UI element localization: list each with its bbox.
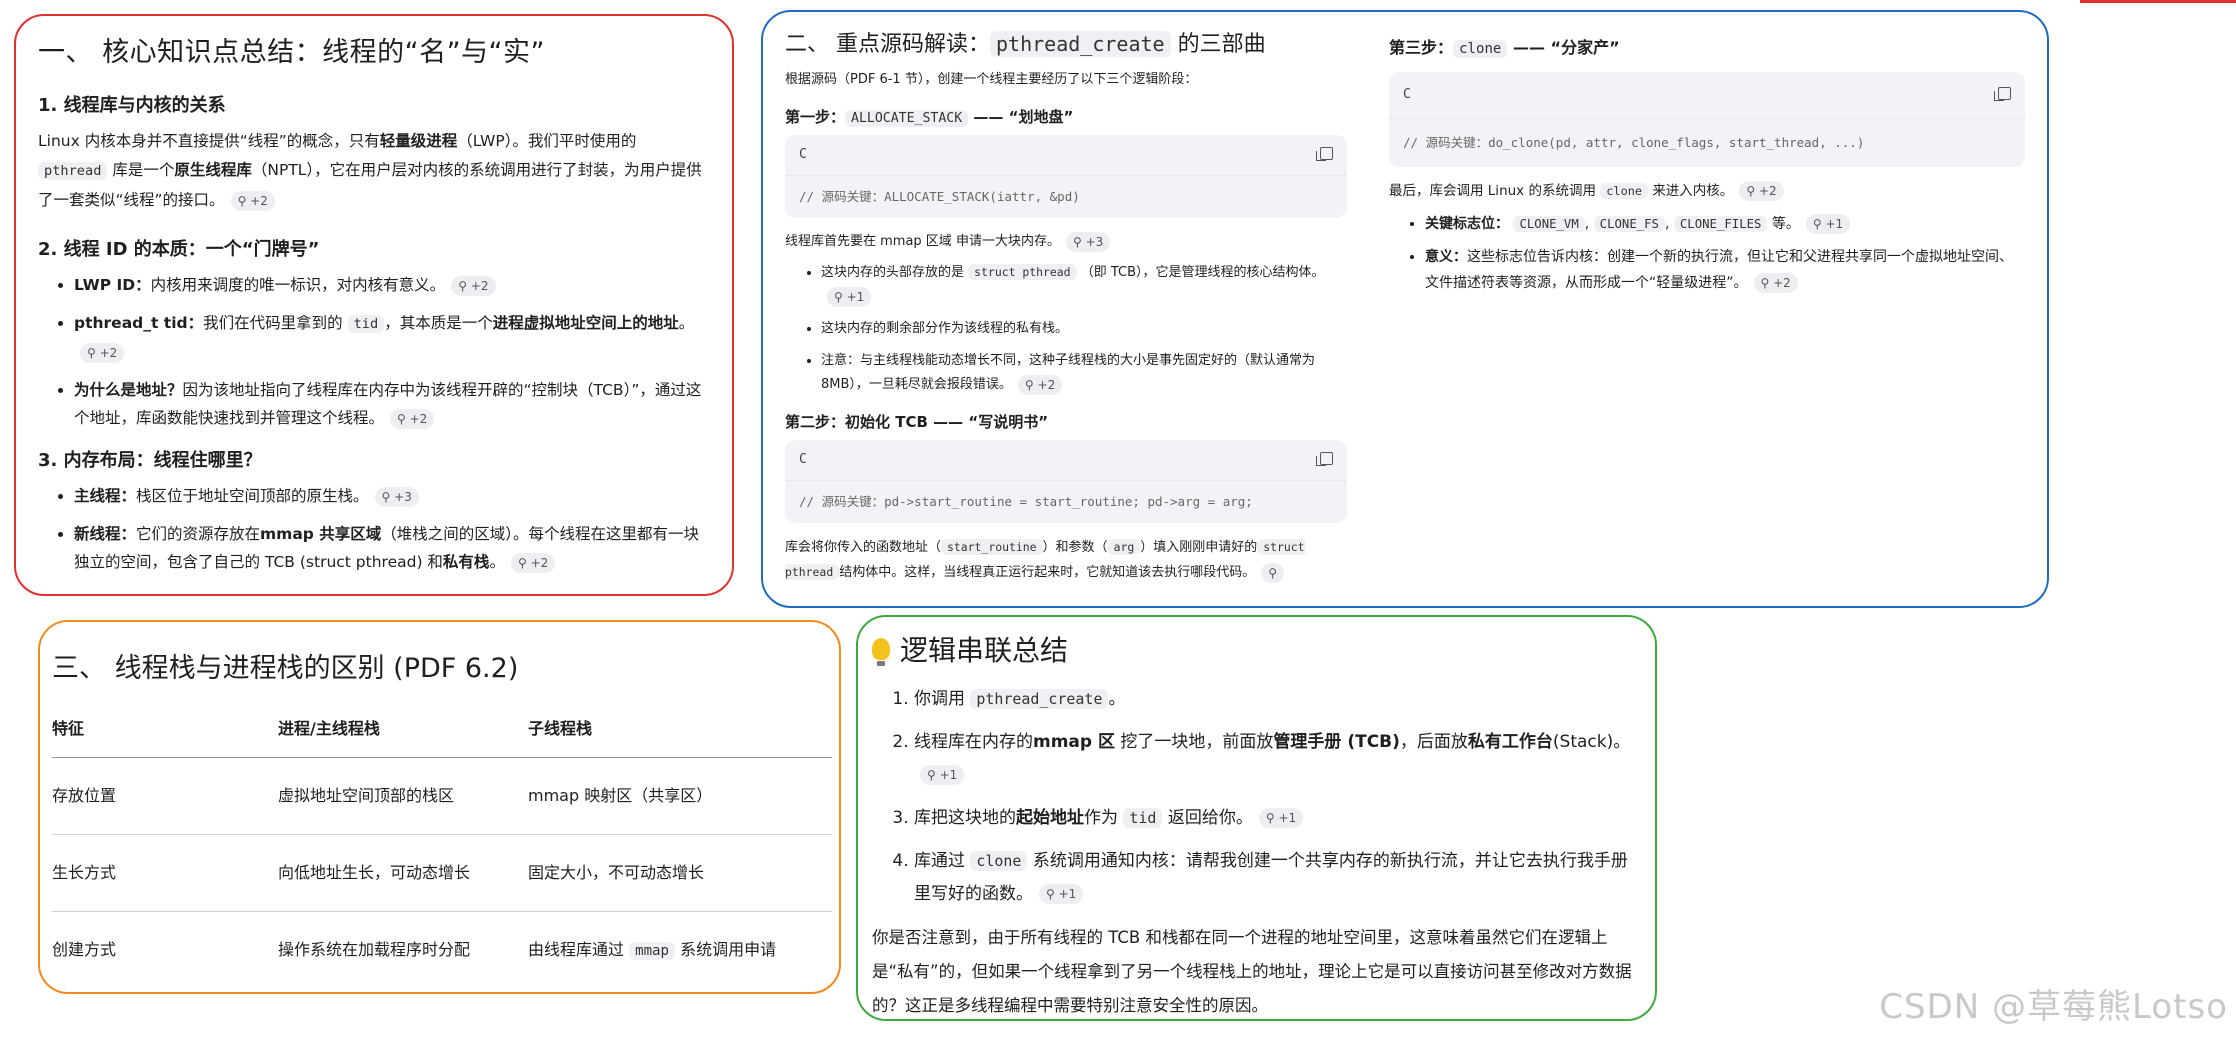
- code-line: // 源码关键：ALLOCATE_STACK(iattr, &pd): [785, 175, 1347, 218]
- paragraph: 库会将你传入的函数地址（ start_routine ）和参数（ arg ）填入刚刚申请…: [785, 535, 1347, 585]
- citation-chip[interactable]: ⚲ +2: [510, 552, 556, 573]
- subsection-title: 1. 线程库与内核的关系: [38, 95, 226, 116]
- intro-text: 根据源码（PDF 6-1 节），创建一个线程主要经历了以下三个逻辑阶段：: [785, 72, 1198, 87]
- citation-chip[interactable]: ⚲ +2: [1017, 374, 1063, 395]
- bullet-list: 这块内存的头部存放的是 struct pthread （即 TCB），它是管理线…: [785, 260, 1347, 397]
- left-column: 二、 重点源码解读： pthread_create 的三部曲 根据源码（PDF 6…: [785, 18, 1347, 585]
- citation-chip[interactable]: ⚲ +2: [1739, 181, 1784, 201]
- code-block: C // 源码关键：pd->start_routine = start_rout…: [785, 440, 1347, 523]
- section-core-summary: 一、 核心知识点总结：线程的“名”与“实” 1. 线程库与内核的关系 Linux…: [14, 14, 734, 596]
- column-header: 进程/主线程栈: [278, 715, 528, 758]
- list-item: 注意：与主线程栈能动态增长不同，这种子线程栈的大小是事先固定好的（默认通常为 8…: [821, 349, 1347, 397]
- citation-chip[interactable]: ⚲ +3: [374, 486, 419, 507]
- subsection-title: 3. 内存布局：线程住哪里？: [38, 450, 262, 471]
- table-row: 创建方式 操作系统在加载程序时分配 由线程库通过 mmap 系统调用申请: [52, 912, 832, 989]
- table-row: 存放位置 虚拟地址空间顶部的栈区 mmap 映射区（共享区）: [52, 757, 832, 835]
- list-item: 这块内存的剩余部分作为该线程的私有栈。: [821, 317, 1347, 341]
- list-item: 线程库在内存的mmap 区 挖了一块地，前面放管理手册 (TCB)，后面放私有工…: [914, 726, 1635, 792]
- table-cell: 生长方式: [52, 834, 278, 912]
- step-title: 第二步：初始化 TCB —— “写说明书”: [785, 413, 1049, 431]
- bullet-list: LWP ID：内核用来调度的唯一标识，对内核有意义。⚲ +2 pthread_t…: [38, 271, 710, 432]
- list-item: 意义：这些标志位告诉内核：创建一个新的执行流，但让它和父进程共享同一个虚拟地址空…: [1425, 244, 2025, 296]
- code-header: C: [785, 135, 1347, 175]
- step-title: 第一步： ALLOCATE_STACK —— “划地盘”: [785, 108, 1074, 127]
- citation-chip[interactable]: ⚲ +2: [451, 275, 496, 296]
- table-cell: 向低地址生长，可动态增长: [278, 834, 528, 912]
- citation-chip[interactable]: ⚲ +2: [1753, 273, 1798, 293]
- summary-paragraph: 你是否注意到，由于所有线程的 TCB 和栈都在同一个进程的地址空间里，这意味着虽…: [872, 928, 1632, 1015]
- citation-chip[interactable]: ⚲ +1: [920, 765, 965, 785]
- citation-chip[interactable]: ⚲ +2: [80, 342, 125, 363]
- watermark: CSDN @草莓熊Lotso: [1879, 987, 2228, 1027]
- table-cell: mmap 映射区（共享区）: [528, 757, 832, 835]
- copy-icon[interactable]: [1316, 147, 1333, 161]
- list-item: 这块内存的头部存放的是 struct pthread （即 TCB），它是管理线…: [821, 260, 1347, 309]
- citation-chip[interactable]: ⚲ +1: [827, 286, 872, 307]
- list-item: 库把这块地的起始地址作为 tid 返回给你。⚲ +1: [914, 802, 1635, 835]
- table-cell: 固定大小，不可动态增长: [528, 834, 832, 912]
- citation-chip[interactable]: ⚲: [1261, 562, 1285, 583]
- section-title: 二、 重点源码解读： pthread_create 的三部曲: [785, 31, 1266, 57]
- citation-chip[interactable]: ⚲ +1: [1805, 214, 1851, 234]
- list-item: 新线程：它们的资源存放在mmap 共享区域（堆栈之间的区域）。每个线程在这里都有…: [74, 520, 710, 576]
- copy-icon[interactable]: [1994, 87, 2011, 101]
- subsection-title: 2. 线程 ID 的本质：一个“门牌号”: [38, 239, 320, 260]
- lightbulb-icon: [872, 638, 890, 666]
- numbered-list: 你调用 pthread_create。 线程库在内存的mmap 区 挖了一块地，…: [872, 683, 1635, 911]
- comparison-table: 特征 进程/主线程栈 子线程栈 存放位置 虚拟地址空间顶部的栈区 mmap 映射…: [52, 715, 832, 988]
- list-item: pthread_t tid：我们在代码里拿到的 tid，其本质是一个进程虚拟地址…: [74, 309, 710, 366]
- top-accent-line: [2080, 0, 2236, 3]
- list-item: 主线程：栈区位于地址空间顶部的原生栈。⚲ +3: [74, 482, 710, 510]
- section-logic-summary: 逻辑串联总结 你调用 pthread_create。 线程库在内存的mmap 区…: [856, 615, 1657, 1021]
- citation-chip[interactable]: ⚲ +2: [390, 408, 435, 429]
- list-item: 你调用 pthread_create。: [914, 683, 1635, 716]
- table-header-row: 特征 进程/主线程栈 子线程栈: [52, 715, 832, 758]
- code-header: C: [1389, 72, 2025, 118]
- section-title: 逻辑串联总结: [872, 629, 1635, 669]
- list-item: 库通过 clone 系统调用通知内核：请帮我创建一个共享内存的新执行流，并让它去…: [914, 845, 1635, 911]
- paragraph: Linux 内核本身并不直接提供“线程”的概念，只有轻量级进程（LWP）。我们平…: [38, 132, 702, 211]
- table-cell: 由线程库通过 mmap 系统调用申请: [528, 940, 777, 960]
- copy-icon[interactable]: [1316, 452, 1333, 466]
- section-title: 一、 核心知识点总结：线程的“名”与“实”: [38, 37, 546, 68]
- table-cell: 虚拟地址空间顶部的栈区: [278, 757, 528, 835]
- column-header: 特征: [52, 715, 278, 758]
- list-item: 为什么是地址？因为该地址指向了线程库在内存中为该线程开辟的“控制块（TCB）”，…: [74, 376, 710, 432]
- table-cell: 创建方式: [52, 940, 117, 959]
- column-header: 子线程栈: [528, 715, 832, 758]
- code-line: // 源码关键：pd->start_routine = start_routin…: [785, 480, 1347, 523]
- code-block: C // 源码关键：ALLOCATE_STACK(iattr, &pd): [785, 135, 1347, 218]
- section-title: 三、 线程栈与进程栈的区别 (PDF 6.2): [52, 653, 519, 684]
- table-cell: 存放位置: [52, 757, 278, 835]
- bullet-list: 主线程：栈区位于地址空间顶部的原生栈。⚲ +3 新线程：它们的资源存放在mmap…: [38, 482, 710, 576]
- code-block: C // 源码关键：do_clone(pd, attr, clone_flags…: [1389, 72, 2025, 167]
- code-line: // 源码关键：do_clone(pd, attr, clone_flags, …: [1389, 118, 2025, 167]
- bullet-list: 关键标志位： CLONE_VM, CLONE_FS, CLONE_FILES 等…: [1389, 212, 2025, 296]
- citation-chip[interactable]: ⚲ +2: [230, 190, 275, 211]
- paragraph: 线程库首先要在 mmap 区域 申请一大块内存。 ⚲ +3: [785, 230, 1347, 254]
- list-item: 关键标志位： CLONE_VM, CLONE_FS, CLONE_FILES 等…: [1425, 212, 2025, 236]
- right-column: 第三步： clone —— “分家产” C // 源码关键：do_clone(pd…: [1389, 18, 2025, 304]
- table-cell: 操作系统在加载程序时分配: [278, 940, 471, 959]
- list-item: LWP ID：内核用来调度的唯一标识，对内核有意义。⚲ +2: [74, 271, 710, 299]
- paragraph: 最后，库会调用 Linux 的系统调用 clone 来进入内核。 ⚲ +2: [1389, 179, 2025, 204]
- citation-chip[interactable]: ⚲ +3: [1065, 231, 1111, 252]
- section-source-analysis: 二、 重点源码解读： pthread_create 的三部曲 根据源码（PDF 6…: [761, 10, 2049, 608]
- step-title: 第三步： clone —— “分家产”: [1389, 38, 1620, 58]
- citation-chip[interactable]: ⚲ +1: [1039, 884, 1084, 904]
- section-stack-comparison: 三、 线程栈与进程栈的区别 (PDF 6.2) 特征 进程/主线程栈 子线程栈 …: [38, 620, 841, 994]
- code-header: C: [785, 440, 1347, 480]
- table-row: 生长方式 向低地址生长，可动态增长 固定大小，不可动态增长: [52, 834, 832, 912]
- citation-chip[interactable]: ⚲ +1: [1258, 808, 1304, 828]
